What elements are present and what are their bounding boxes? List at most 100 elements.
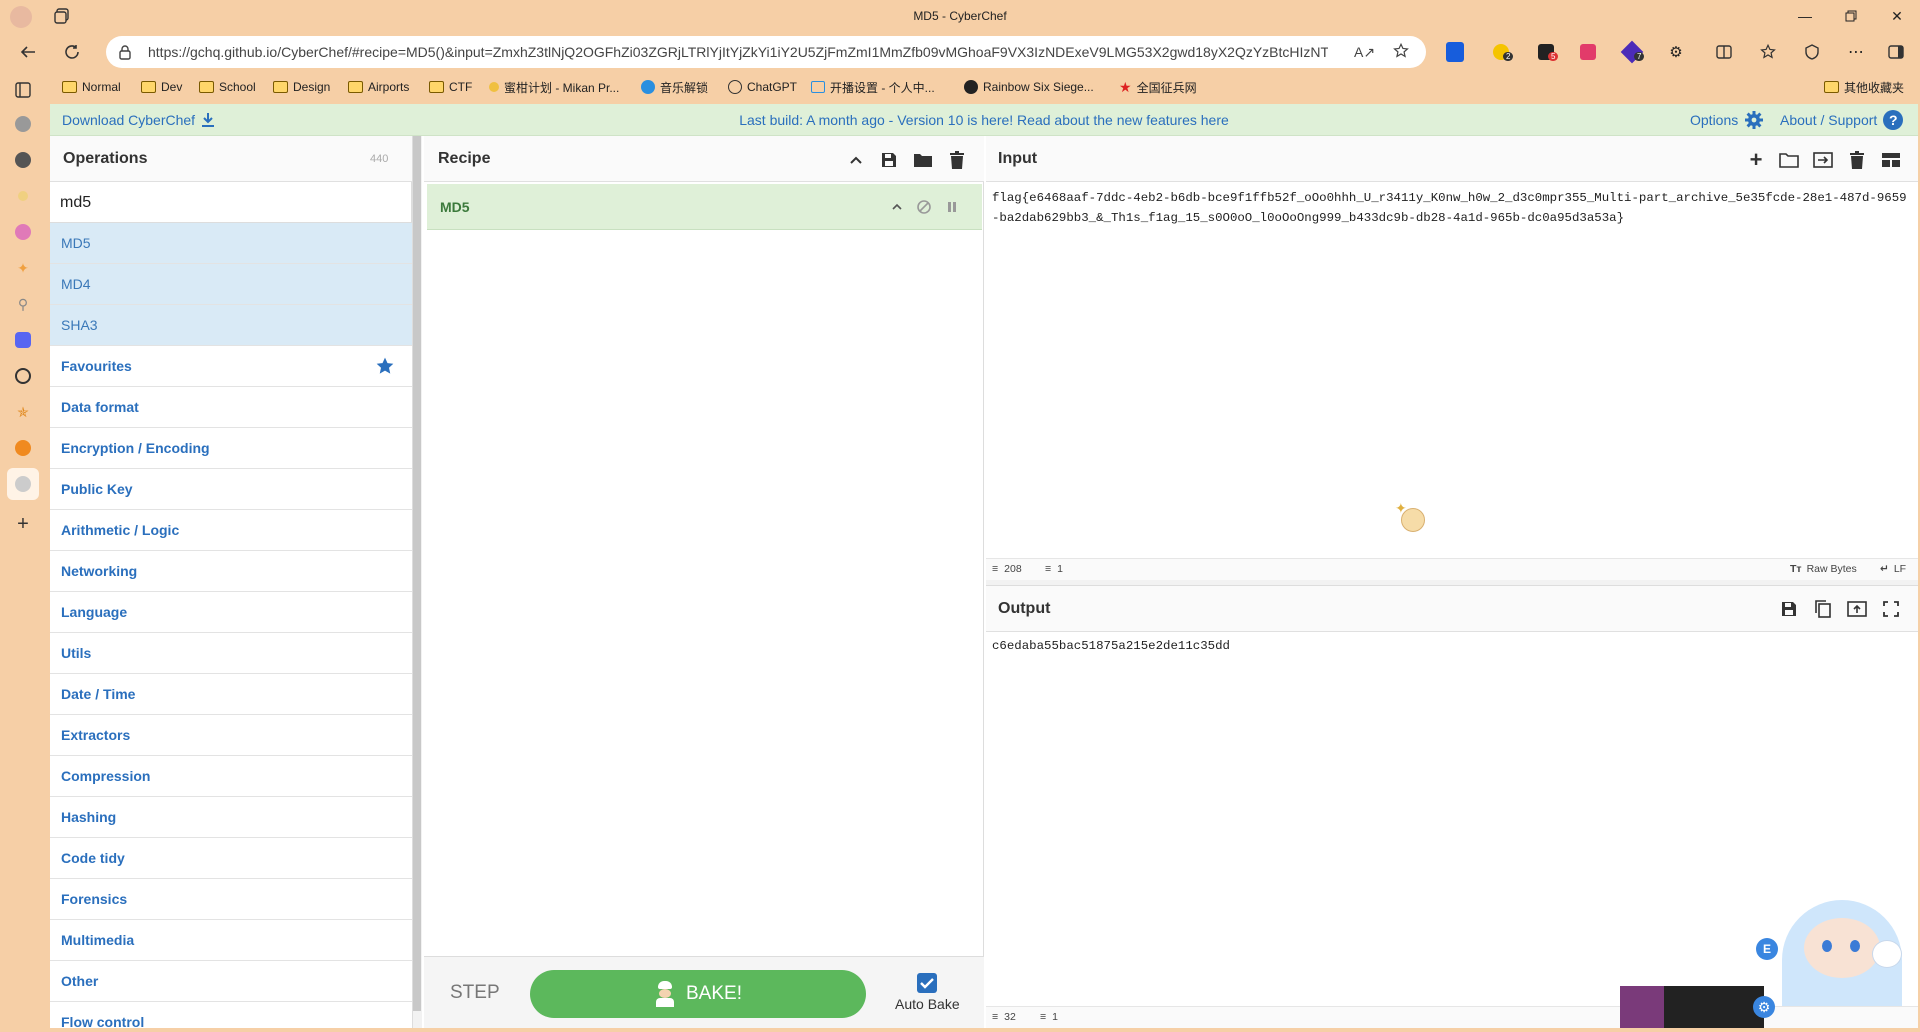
- category-public-key[interactable]: Public Key: [50, 469, 412, 510]
- text-format-icon: Tт: [1790, 563, 1802, 575]
- bake-button[interactable]: BAKE!: [530, 970, 866, 1018]
- bookmark-folder[interactable]: School: [199, 76, 256, 98]
- category-extractors[interactable]: Extractors: [50, 715, 412, 756]
- sidebar-app-icon[interactable]: [11, 220, 35, 244]
- category-hashing[interactable]: Hashing: [50, 797, 412, 838]
- sidebar-app-icon[interactable]: [11, 328, 35, 352]
- sidebar-app-icon[interactable]: ✯: [11, 400, 35, 424]
- options-link[interactable]: Options: [1690, 104, 1764, 136]
- disable-operation-icon[interactable]: [911, 194, 937, 220]
- read-aloud-icon[interactable]: A↗: [1354, 44, 1375, 61]
- eol-selector[interactable]: ↵ LF: [1880, 563, 1906, 575]
- github-icon[interactable]: [11, 112, 35, 136]
- bookmark-link[interactable]: 蜜柑计划 - Mikan Pr...: [489, 76, 619, 98]
- add-sidebar-app-icon[interactable]: +: [11, 512, 35, 536]
- overlay-gear-icon[interactable]: ⚙: [1753, 996, 1775, 1018]
- category-favourites[interactable]: Favourites: [50, 346, 412, 387]
- favorites-icon[interactable]: [1756, 40, 1780, 64]
- category-date-time[interactable]: Date / Time: [50, 674, 412, 715]
- window-title: MD5 - CyberChef: [913, 9, 1007, 23]
- step-button[interactable]: STEP: [450, 982, 500, 1004]
- split-screen-icon[interactable]: [1712, 40, 1736, 64]
- sidebar-app-icon[interactable]: [11, 148, 35, 172]
- build-notice[interactable]: Last build: A month ago - Version 10 is …: [50, 104, 1918, 136]
- sidebar-app-icon[interactable]: [11, 184, 35, 208]
- back-button[interactable]: [12, 36, 44, 68]
- category-other[interactable]: Other: [50, 961, 412, 1002]
- minimize-button[interactable]: —: [1782, 0, 1828, 32]
- encoding-selector[interactable]: Tт Raw Bytes: [1790, 563, 1857, 575]
- replace-input-icon[interactable]: [1844, 596, 1870, 622]
- op-result-md4[interactable]: MD4: [50, 264, 412, 305]
- input-textarea[interactable]: flag{e6468aaf-7ddc-4eb2-b6db-bce9f1ffb52…: [992, 188, 1910, 228]
- category-language[interactable]: Language: [50, 592, 412, 633]
- bookmark-link[interactable]: ★ 全国征兵网: [1119, 76, 1197, 98]
- bookmark-label: 蜜柑计划 - Mikan Pr...: [504, 80, 620, 95]
- lock-icon[interactable]: [118, 44, 132, 60]
- operation-search-input[interactable]: [60, 187, 400, 219]
- download-link[interactable]: Download CyberChef: [62, 104, 215, 136]
- about-support-link[interactable]: About / Support ?: [1780, 104, 1904, 136]
- save-recipe-icon[interactable]: [876, 147, 902, 173]
- collapse-operation-icon[interactable]: [884, 194, 910, 220]
- save-output-icon[interactable]: [1776, 596, 1802, 622]
- category-forensics[interactable]: Forensics: [50, 879, 412, 920]
- bookmark-link[interactable]: 音乐解锁: [641, 76, 708, 98]
- sidebar-toggle-icon[interactable]: [1884, 40, 1908, 64]
- sidebar-app-icon[interactable]: [11, 436, 35, 460]
- open-file-icon[interactable]: [1810, 147, 1836, 173]
- extension-icon[interactable]: 5: [1534, 40, 1559, 64]
- clear-input-icon[interactable]: [1844, 147, 1870, 173]
- browser-essentials-icon[interactable]: [1800, 40, 1824, 64]
- overlay-chat-box[interactable]: [1664, 986, 1764, 1028]
- url-text[interactable]: https://gchq.github.io/CyberChef/#recipe…: [148, 36, 1328, 68]
- category-compression[interactable]: Compression: [50, 756, 412, 797]
- bitwarden-icon[interactable]: [1443, 40, 1467, 64]
- op-result-sha3[interactable]: SHA3: [50, 305, 412, 346]
- auto-bake-checkbox[interactable]: [917, 973, 937, 993]
- reset-layout-icon[interactable]: [1878, 147, 1904, 173]
- category-networking[interactable]: Networking: [50, 551, 412, 592]
- sidebar-app-icon[interactable]: ✦: [11, 256, 35, 280]
- bookmark-folder[interactable]: Airports: [348, 76, 409, 98]
- operations-scrollbar-thumb[interactable]: [413, 136, 421, 1011]
- extension-icon[interactable]: 2: [1489, 40, 1514, 64]
- category-arithmetic-logic[interactable]: Arithmetic / Logic: [50, 510, 412, 551]
- bookmark-link[interactable]: ChatGPT: [728, 76, 797, 98]
- breakpoint-icon[interactable]: [939, 194, 965, 220]
- sidebar-search-icon[interactable]: ⚲: [11, 292, 35, 316]
- category-encryption-encoding[interactable]: Encryption / Encoding: [50, 428, 412, 469]
- bookmark-folder[interactable]: Normal: [62, 76, 121, 98]
- maximise-output-icon[interactable]: [1878, 596, 1904, 622]
- category-data-format[interactable]: Data format: [50, 387, 412, 428]
- collapse-all-icon[interactable]: [843, 147, 869, 173]
- tab-actions-icon[interactable]: [11, 78, 35, 102]
- other-bookmarks-folder[interactable]: 其他收藏夹: [1824, 76, 1904, 98]
- copy-output-icon[interactable]: [1810, 596, 1836, 622]
- favorite-star-icon[interactable]: [1392, 42, 1410, 60]
- reload-button[interactable]: [56, 36, 88, 68]
- more-menu-icon[interactable]: ⋯: [1844, 40, 1868, 64]
- close-window-button[interactable]: ✕: [1874, 0, 1920, 32]
- extension-icon[interactable]: 7: [1620, 40, 1645, 64]
- category-code-tidy[interactable]: Code tidy: [50, 838, 412, 879]
- extension-icon[interactable]: [1576, 40, 1600, 64]
- op-result-md5[interactable]: MD5: [50, 223, 412, 264]
- clear-recipe-icon[interactable]: [944, 147, 970, 173]
- load-recipe-icon[interactable]: [910, 147, 936, 173]
- sidebar-active-app[interactable]: [7, 468, 39, 500]
- sidebar-app-icon[interactable]: [11, 364, 35, 388]
- category-utils[interactable]: Utils: [50, 633, 412, 674]
- bookmark-folder[interactable]: CTF: [429, 76, 472, 98]
- category-multimedia[interactable]: Multimedia: [50, 920, 412, 961]
- bookmark-link[interactable]: 开播设置 - 个人中...: [811, 76, 935, 98]
- extensions-puzzle-icon[interactable]: ⚙: [1664, 40, 1688, 64]
- bookmark-link[interactable]: Rainbow Six Siege...: [964, 76, 1094, 98]
- restore-button[interactable]: [1828, 0, 1874, 32]
- output-text[interactable]: c6edaba55bac51875a215e2de11c35dd: [992, 636, 1910, 656]
- bookmark-folder[interactable]: Dev: [141, 76, 182, 98]
- category-flow-control[interactable]: Flow control: [50, 1002, 412, 1028]
- add-tab-icon[interactable]: +: [1743, 147, 1769, 173]
- open-folder-icon[interactable]: [1776, 147, 1802, 173]
- bookmark-folder[interactable]: Design: [273, 76, 330, 98]
